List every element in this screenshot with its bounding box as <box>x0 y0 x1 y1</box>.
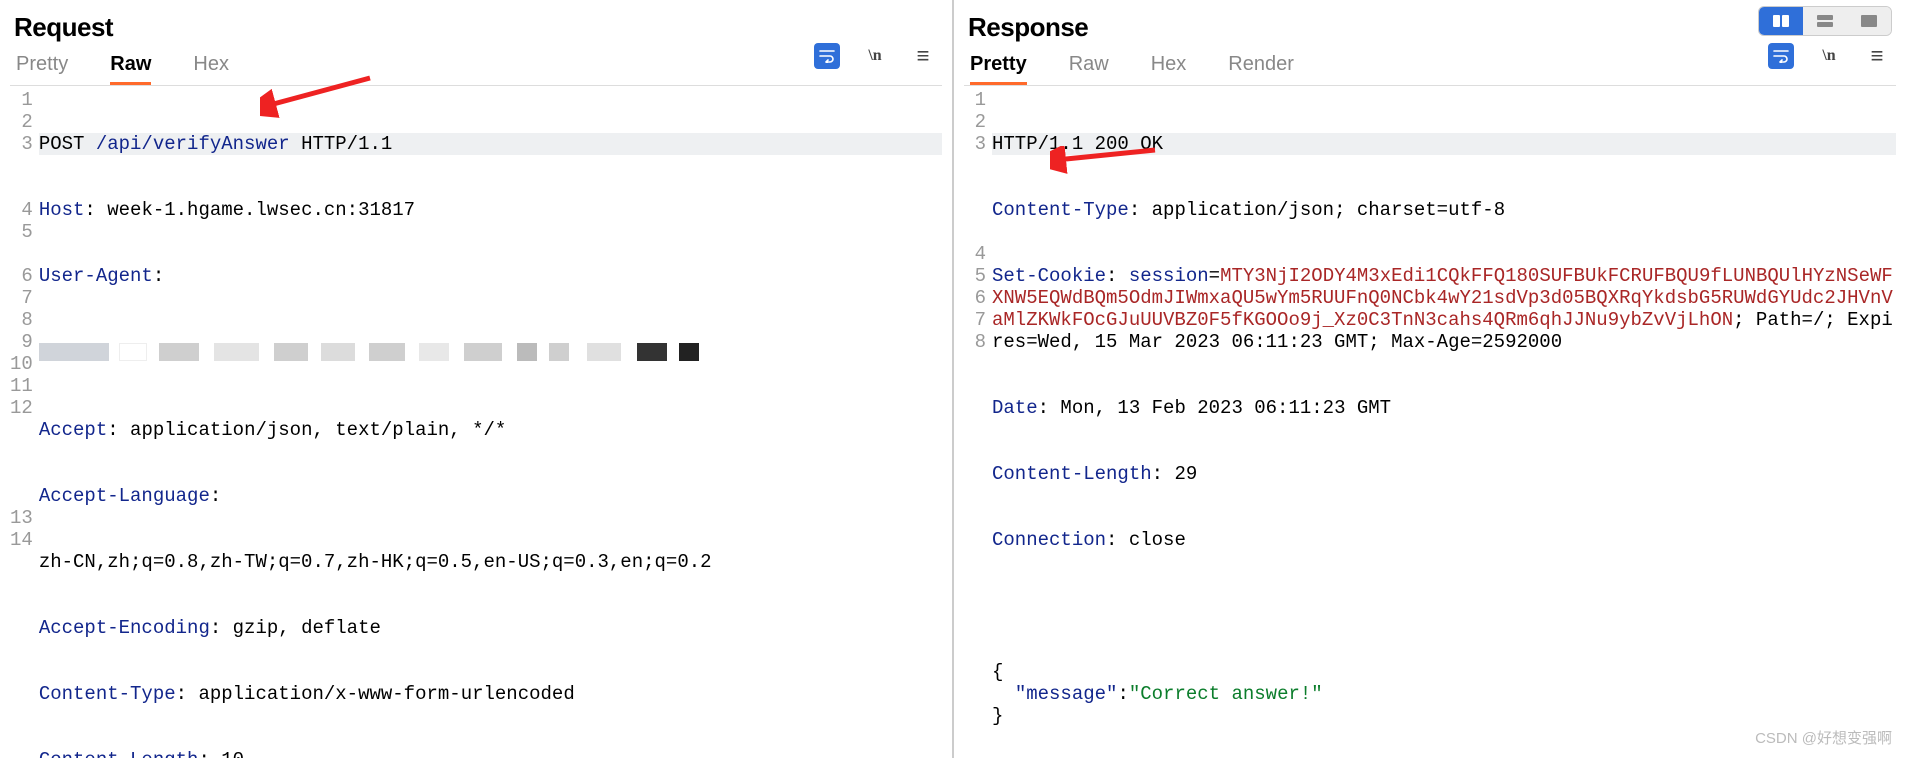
request-pane: Request Pretty Raw Hex \n ≡ 123456789101… <box>0 0 954 758</box>
json-value-message: "Correct answer!" <box>1129 683 1323 705</box>
header-content-type: Content-Type <box>992 199 1129 221</box>
header-set-cookie: Set-Cookie <box>992 265 1106 287</box>
header-connection: Connection <box>992 529 1106 551</box>
line-gutter: 12345678 <box>964 89 992 758</box>
http-proto: HTTP/1.1 <box>301 133 392 155</box>
request-code[interactable]: 1234567891011121314 POST /api/verifyAnsw… <box>10 86 942 758</box>
request-title: Request <box>14 12 113 43</box>
response-tabs: Pretty Raw Hex Render \n ≡ <box>964 45 1896 86</box>
watermark: CSDN @好想变强啊 <box>1755 727 1892 748</box>
show-nonprintables-button[interactable]: \n <box>862 43 888 69</box>
tab-render[interactable]: Render <box>1228 53 1294 85</box>
tab-pretty[interactable]: Pretty <box>970 53 1027 85</box>
tab-pretty[interactable]: Pretty <box>16 53 68 85</box>
redacted-user-agent <box>39 331 942 375</box>
http-status-line: HTTP/1.1 200 OK <box>992 133 1163 155</box>
tab-hex[interactable]: Hex <box>1151 53 1187 85</box>
http-method: POST <box>39 133 85 155</box>
header-host: Host <box>39 199 85 221</box>
layout-single-button[interactable] <box>1847 7 1891 35</box>
wrap-lines-button[interactable] <box>1768 43 1794 69</box>
menu-button[interactable]: ≡ <box>910 43 936 69</box>
layout-columns-button[interactable] <box>1759 7 1803 35</box>
wrap-lines-button[interactable] <box>814 43 840 69</box>
line-gutter: 1234567891011121314 <box>10 89 39 758</box>
tab-hex[interactable]: Hex <box>193 53 229 85</box>
layout-toggle <box>1758 6 1892 36</box>
tab-raw[interactable]: Raw <box>1069 53 1109 85</box>
response-pane: Response Pretty Raw Hex Render \n ≡ 1234… <box>954 0 1906 758</box>
tab-raw[interactable]: Raw <box>110 53 151 85</box>
show-nonprintables-button[interactable]: \n <box>1816 43 1842 69</box>
request-tabs: Pretty Raw Hex \n ≡ <box>10 45 942 86</box>
header-content-type: Content-Type <box>39 683 176 705</box>
header-content-length: Content-Length <box>39 749 199 758</box>
header-date: Date <box>992 397 1038 419</box>
menu-button[interactable]: ≡ <box>1864 43 1890 69</box>
json-key-message: "message" <box>1015 683 1118 705</box>
layout-rows-button[interactable] <box>1803 7 1847 35</box>
response-code[interactable]: 12345678 HTTP/1.1 200 OK Content-Type: a… <box>964 86 1896 758</box>
header-user-agent: User-Agent <box>39 265 153 287</box>
header-content-length: Content-Length <box>992 463 1152 485</box>
response-title: Response <box>968 12 1088 43</box>
http-path: /api/verifyAnswer <box>84 133 301 155</box>
